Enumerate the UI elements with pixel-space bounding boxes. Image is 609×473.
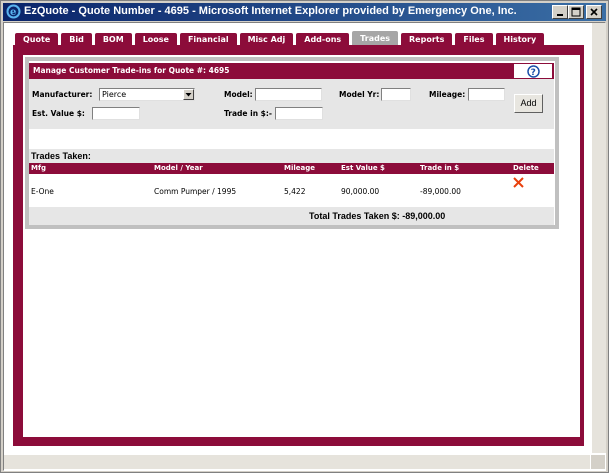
chevron-down-icon — [185, 93, 192, 97]
trade-in-input[interactable] — [275, 107, 323, 120]
maximize-button[interactable] — [568, 5, 584, 19]
cell-model-year: Comm Pumper / 1995 — [154, 187, 237, 196]
browser-window: e EzQuote - Quote Number - 4695 - Micros… — [0, 0, 609, 473]
total-trades: Total Trades Taken $: -89,000.00 — [309, 211, 445, 221]
horizontal-scrollbar[interactable] — [4, 455, 590, 469]
column-header: Trade in $ — [420, 164, 460, 172]
help-button[interactable]: ? — [513, 63, 553, 79]
window-title: EzQuote - Quote Number - 4695 - Microsof… — [24, 5, 517, 17]
trade-in-label: Trade in $:- — [224, 109, 272, 118]
vertical-scrollbar[interactable] — [592, 23, 606, 453]
column-header: Mileage — [284, 164, 315, 172]
model-label: Model: — [224, 90, 253, 99]
form-spacer — [29, 129, 554, 149]
svg-text:?: ? — [531, 68, 536, 78]
svg-text:e: e — [10, 7, 16, 18]
trade-in-form — [29, 79, 554, 129]
column-header: Model / Year — [154, 164, 203, 172]
manufacturer-select[interactable]: Pierce — [99, 88, 195, 101]
total-label: Total Trades Taken $: — [309, 211, 400, 221]
dropdown-arrow — [183, 89, 194, 100]
manufacturer-label: Manufacturer: — [32, 90, 93, 99]
maximize-icon — [571, 7, 581, 17]
mileage-label: Mileage: — [429, 90, 466, 99]
resize-grip[interactable] — [591, 455, 605, 469]
cell-mileage: 5,422 — [284, 187, 306, 196]
close-icon — [590, 8, 598, 16]
table-header: Mfg Model / Year Mileage Est Value $ Tra… — [29, 163, 554, 174]
title-bar: e EzQuote - Quote Number - 4695 - Micros… — [3, 3, 606, 21]
help-icon: ? — [527, 65, 540, 78]
model-input[interactable] — [255, 88, 322, 101]
minimize-icon — [557, 14, 563, 16]
column-header: Delete — [513, 164, 539, 172]
model-yr-label: Model Yr: — [339, 90, 380, 99]
mileage-input[interactable] — [468, 88, 505, 101]
est-value-label: Est. Value $: — [32, 109, 85, 118]
trades-taken-title: Trades Taken: — [31, 151, 91, 161]
delete-x-icon[interactable] — [513, 177, 524, 188]
ie-icon: e — [6, 4, 21, 19]
model-yr-input[interactable] — [381, 88, 411, 101]
manager-header: Manage Customer Trade-ins for Quote #: 4… — [29, 63, 554, 79]
tab-trades[interactable]: Trades — [352, 31, 399, 45]
add-button[interactable]: Add — [514, 94, 543, 113]
manager-title: Manage Customer Trade-ins for Quote #: 4… — [33, 66, 230, 75]
column-header: Est Value $ — [341, 164, 385, 172]
manufacturer-selected-value: Pierce — [102, 90, 127, 99]
cell-est-value: 90,000.00 — [341, 187, 380, 196]
close-button[interactable] — [586, 5, 602, 19]
table-row: E-One Comm Pumper / 1995 5,422 90,000.00… — [29, 174, 554, 207]
est-value-input[interactable] — [92, 107, 140, 120]
minimize-button[interactable] — [552, 5, 568, 19]
cell-trade-in: -89,000.00 — [420, 187, 461, 196]
cell-mfg: E-One — [31, 187, 54, 196]
total-value: -89,000.00 — [402, 211, 446, 221]
column-header: Mfg — [31, 164, 47, 172]
